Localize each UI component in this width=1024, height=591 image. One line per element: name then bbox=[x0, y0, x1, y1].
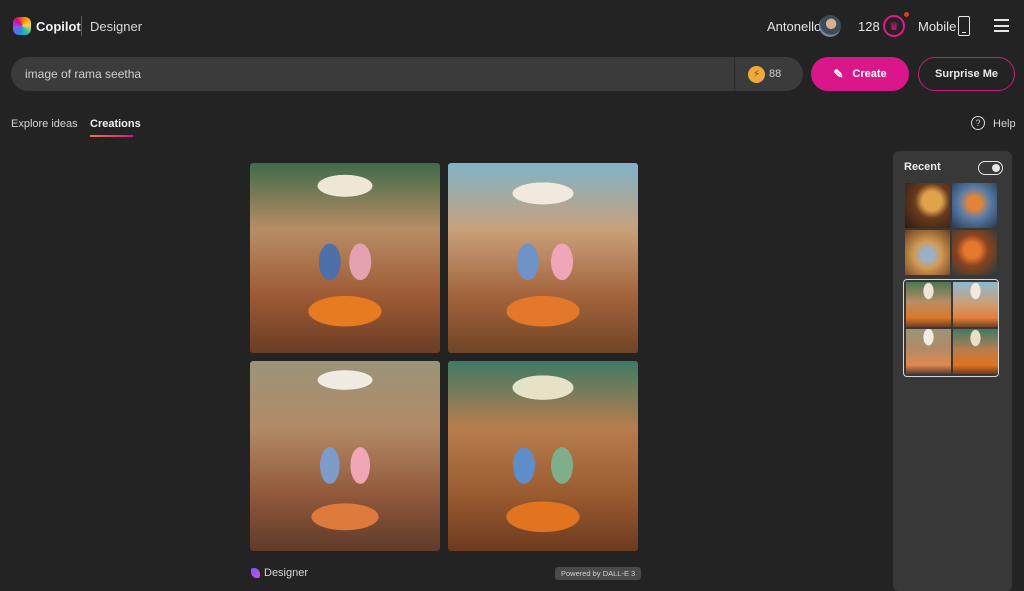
trophy-icon[interactable]: ♛ bbox=[883, 15, 905, 37]
generated-image-2[interactable] bbox=[448, 163, 638, 353]
prompt-bar: ⚡ 88 bbox=[11, 57, 803, 91]
recent-thumbnail bbox=[953, 329, 998, 374]
recent-toggle[interactable] bbox=[978, 161, 1003, 175]
generated-image-1[interactable] bbox=[250, 163, 440, 353]
brand-divider bbox=[81, 16, 82, 36]
recent-thumbnail bbox=[905, 230, 950, 275]
generated-image-4[interactable] bbox=[448, 361, 638, 551]
create-button[interactable]: ✎ Create bbox=[811, 57, 909, 91]
prompt-divider bbox=[734, 57, 735, 91]
help-icon[interactable]: ? bbox=[971, 116, 985, 130]
recent-thumbnail bbox=[906, 282, 951, 327]
recent-creation-group-selected[interactable] bbox=[903, 279, 999, 377]
designer-watermark: Designer bbox=[251, 567, 308, 579]
create-button-label: Create bbox=[852, 68, 887, 80]
recent-thumbnail bbox=[952, 230, 997, 275]
designer-logo-icon bbox=[251, 568, 260, 578]
boost-coin-count: 88 bbox=[769, 68, 782, 80]
top-bar: Copilot Designer Antonello 128 ♛ Mobile bbox=[0, 0, 1024, 52]
help-link[interactable]: Help bbox=[993, 118, 1016, 130]
hamburger-menu-icon[interactable] bbox=[994, 19, 1009, 32]
recent-panel: Recent bbox=[893, 151, 1012, 591]
recent-thumbnail bbox=[953, 282, 998, 327]
recent-thumbnail bbox=[905, 183, 950, 228]
prompt-input[interactable] bbox=[25, 57, 725, 91]
product-name[interactable]: Designer bbox=[90, 19, 142, 34]
avatar[interactable] bbox=[819, 15, 841, 37]
brand-name[interactable]: Copilot bbox=[36, 19, 81, 34]
recent-thumbnail bbox=[906, 329, 951, 374]
active-tab-indicator bbox=[90, 135, 133, 137]
toggle-knob bbox=[992, 164, 1000, 172]
powered-by-badge: Powered by DALL-E 3 bbox=[555, 567, 642, 580]
phone-icon[interactable] bbox=[958, 16, 970, 36]
recent-title: Recent bbox=[904, 161, 941, 173]
tab-creations[interactable]: Creations bbox=[90, 118, 141, 130]
generated-image-3[interactable] bbox=[250, 361, 440, 551]
copilot-logo-icon[interactable] bbox=[13, 17, 31, 35]
tab-explore-ideas[interactable]: Explore ideas bbox=[11, 118, 78, 130]
mobile-link[interactable]: Mobile bbox=[918, 19, 956, 34]
brush-sparkle-icon: ✎ bbox=[833, 67, 844, 81]
notification-dot bbox=[904, 12, 909, 17]
surprise-me-button[interactable]: Surprise Me bbox=[918, 57, 1015, 91]
recent-thumbnail bbox=[952, 183, 997, 228]
boost-coin-icon: ⚡ bbox=[748, 66, 765, 83]
user-name[interactable]: Antonello bbox=[767, 19, 821, 34]
boost-count: 128 bbox=[858, 19, 880, 34]
recent-creation-group[interactable] bbox=[905, 183, 997, 275]
designer-watermark-label: Designer bbox=[264, 567, 309, 579]
